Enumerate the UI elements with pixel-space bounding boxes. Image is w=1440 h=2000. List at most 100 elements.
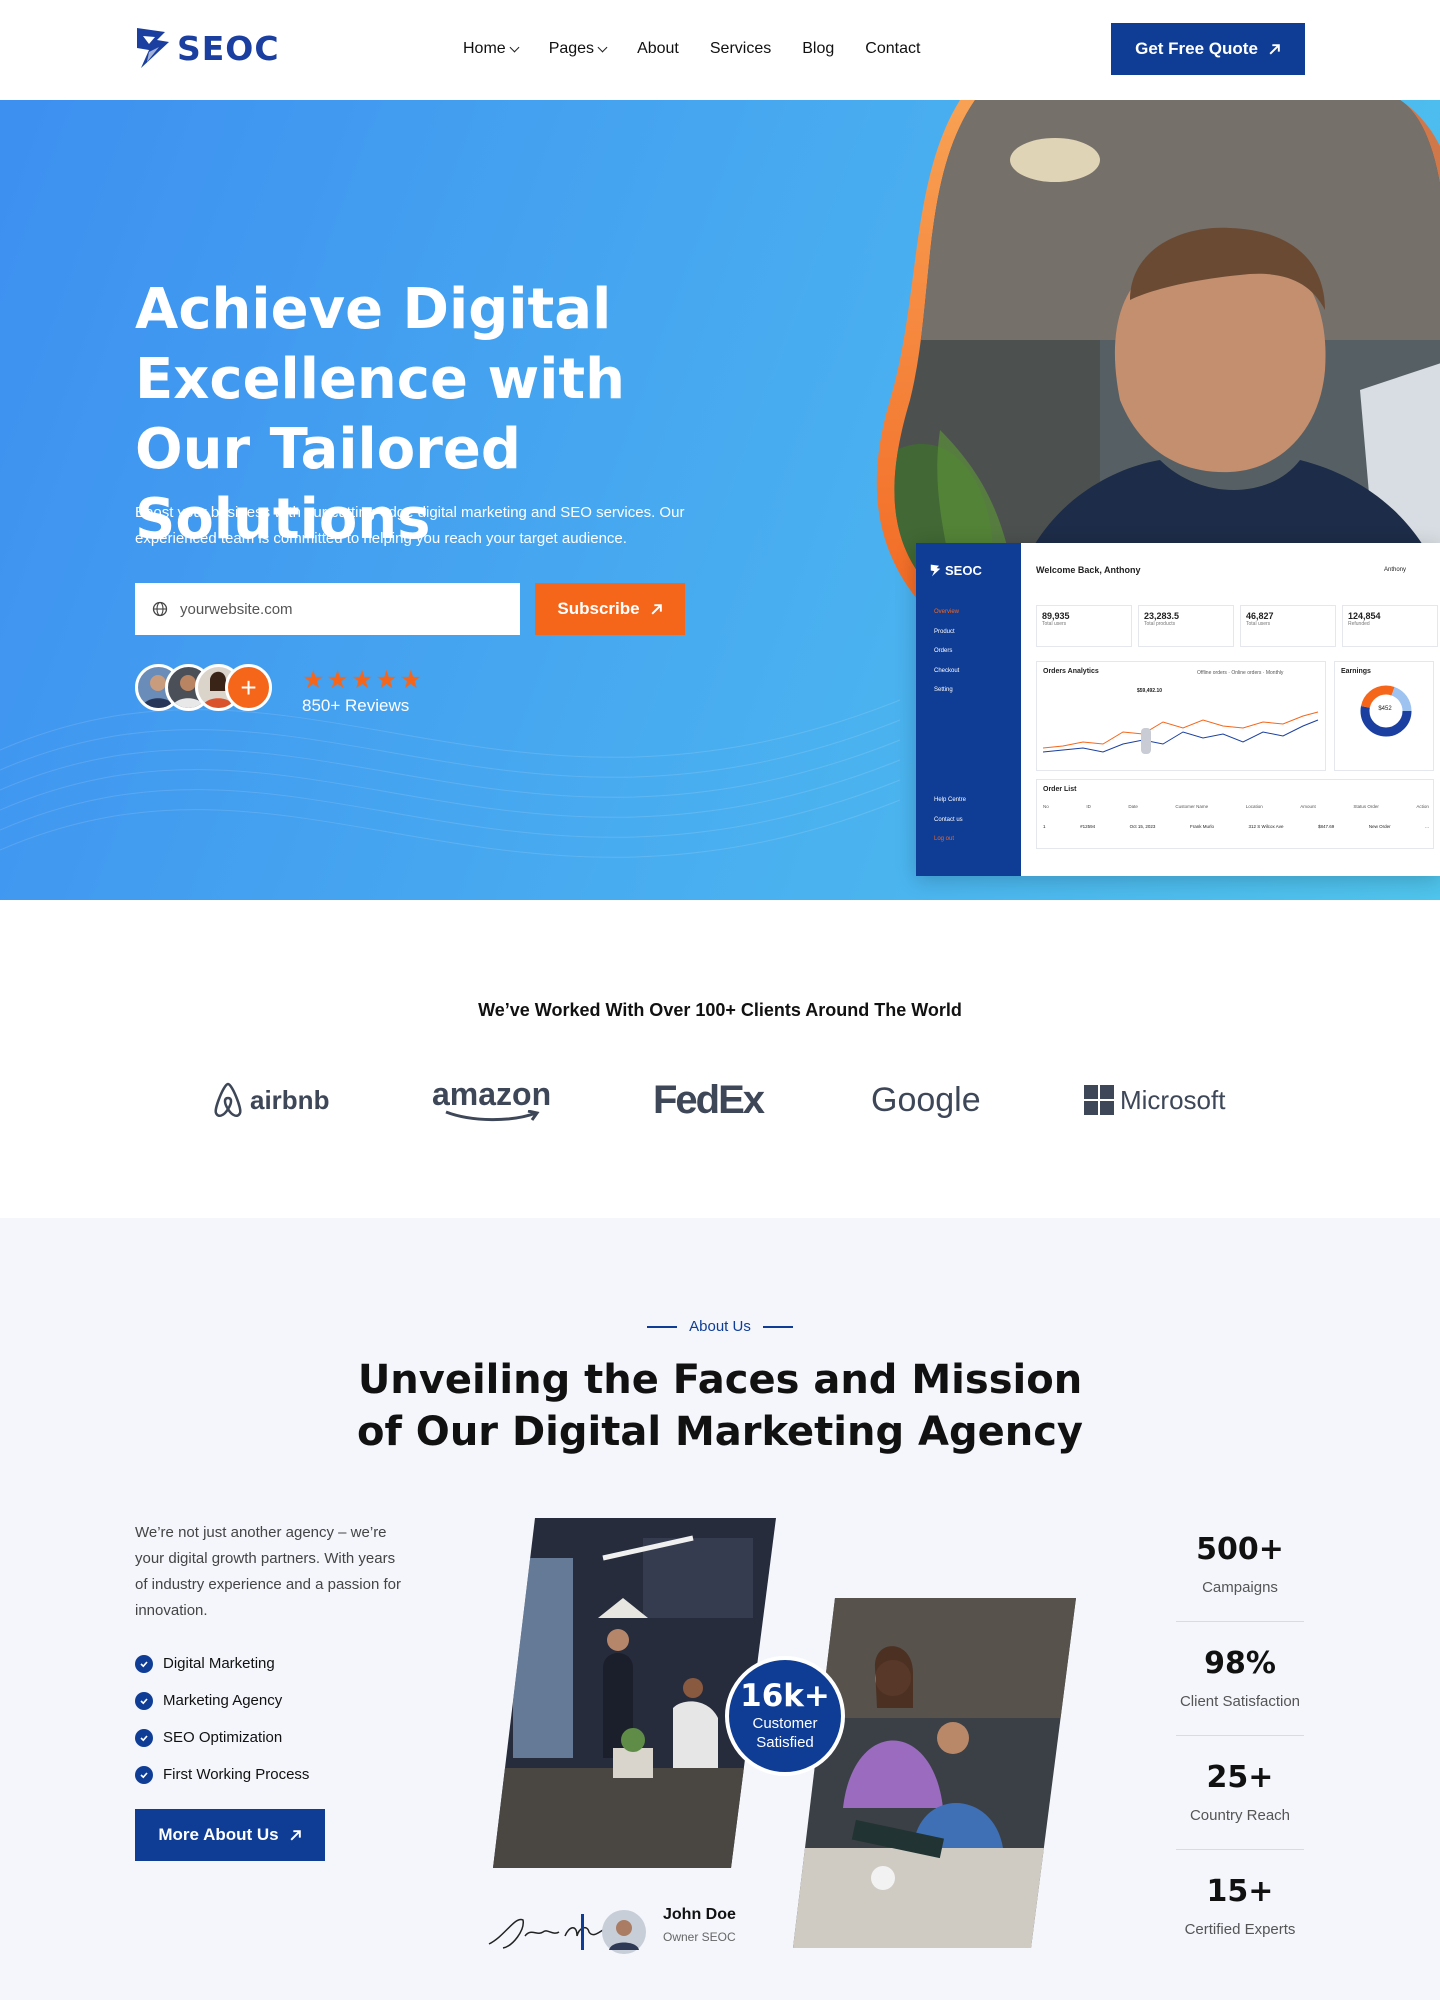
arrow-up-right-icon bbox=[290, 1829, 301, 1841]
customer-satisfied-badge: 16k+ Customer Satisfied bbox=[725, 1656, 845, 1776]
col-header: Date bbox=[1128, 804, 1138, 809]
dashboard-menu-contact[interactable]: Contact us bbox=[934, 811, 966, 831]
stat-item: 500+ Campaigns bbox=[1176, 1508, 1304, 1622]
google-logo: Google bbox=[871, 1075, 981, 1125]
stat-value: 98% bbox=[1204, 1646, 1276, 1681]
kpi-card: 23,283.5 Total products bbox=[1138, 605, 1234, 647]
dashboard-menu: Overview Product Orders Checkout Setting bbox=[934, 603, 1014, 701]
dashboard-menu-setting[interactable]: Setting bbox=[934, 681, 1014, 701]
order-list-card: Order List No ID Date Customer Name Location… bbox=[1036, 779, 1434, 849]
kpi-label: Total users bbox=[1246, 621, 1271, 627]
stat-label: Client Satisfaction bbox=[1179, 1693, 1301, 1710]
list-item: Marketing Agency bbox=[135, 1682, 395, 1719]
airbnb-wordmark: airbnb bbox=[250, 1084, 330, 1115]
kpi-label: Refunded bbox=[1348, 621, 1370, 627]
checklist-label: First Working Process bbox=[163, 1766, 310, 1783]
col-header: ID bbox=[1086, 804, 1091, 809]
stat-label: Country Reach bbox=[1189, 1807, 1291, 1824]
about-title-line2: of Our Digital Marketing Agency bbox=[357, 1409, 1083, 1455]
dashboard-menu-help[interactable]: Help Centre bbox=[934, 791, 966, 811]
list-item: SEO Optimization bbox=[135, 1719, 395, 1756]
kpi-card: 89,935 Total users bbox=[1036, 605, 1132, 647]
order-list-title: Order List bbox=[1043, 786, 1077, 793]
google-wordmark: Google bbox=[871, 1080, 981, 1119]
cell: 312 S Wilcox Ave bbox=[1248, 824, 1284, 829]
arrow-up-right-icon bbox=[651, 603, 662, 615]
nav-about[interactable]: About bbox=[637, 40, 679, 58]
chevron-down-icon bbox=[597, 42, 608, 52]
stat-value: 500+ bbox=[1196, 1532, 1284, 1567]
subscribe-button[interactable]: Subscribe bbox=[535, 583, 685, 635]
dashboard-sidebar: SEOC Overview Product Orders Checkout Se… bbox=[916, 543, 1021, 876]
kpi-label: Total users bbox=[1042, 621, 1067, 627]
badge-label-2: Satisfied bbox=[756, 1734, 814, 1751]
col-header: Amount bbox=[1300, 804, 1316, 809]
nav-pages-label: Pages bbox=[548, 40, 595, 57]
dashboard-user[interactable]: Anthony bbox=[1384, 567, 1406, 573]
badge-number: 16k+ bbox=[740, 1678, 830, 1714]
more-about-us-button[interactable]: More About Us bbox=[135, 1809, 325, 1861]
team-collaboration-image bbox=[793, 1598, 1076, 1948]
check-icon bbox=[135, 1728, 153, 1747]
dashboard-menu-checkout[interactable]: Checkout bbox=[934, 662, 1014, 682]
table-row[interactable]: 1 #12594 Oct 15, 2023 Frank Murlo 312 S Wilc… bbox=[1043, 824, 1429, 829]
main-nav: Home Pages About Services Blog Contact bbox=[463, 40, 920, 58]
col-header: Status Order bbox=[1353, 804, 1379, 809]
kpi-value: 23,283.5 bbox=[1144, 611, 1180, 621]
add-avatar-icon: + bbox=[225, 664, 272, 711]
orders-line-chart bbox=[1043, 711, 1319, 754]
owner-name: John Doe bbox=[663, 1906, 736, 1923]
nav-services[interactable]: Services bbox=[710, 40, 771, 58]
legend-offline: Offline orders bbox=[1197, 670, 1227, 676]
cell: New Order bbox=[1368, 824, 1391, 829]
kpi-value: 124,854 bbox=[1348, 611, 1381, 621]
check-icon bbox=[135, 1765, 153, 1784]
hero-section: Achieve Digital Excellence with Our Tail… bbox=[0, 100, 1440, 900]
dashboard-menu-product[interactable]: Product bbox=[934, 623, 1014, 643]
microsoft-logo: Microsoft bbox=[1084, 1075, 1225, 1125]
stats-column: 500+ Campaigns 98% Client Satisfaction 25+… bbox=[1176, 1508, 1304, 1964]
orders-analytics-legend: Offline orders · Online orders · Monthly bbox=[1197, 670, 1284, 676]
dashboard-menu-overview[interactable]: Overview bbox=[934, 603, 1014, 623]
airbnb-icon bbox=[214, 1082, 242, 1118]
kpi-card: 46,827 Total users bbox=[1240, 605, 1336, 647]
checklist-label: Marketing Agency bbox=[163, 1692, 283, 1709]
dashboard-preview: SEOC Overview Product Orders Checkout Se… bbox=[916, 543, 1440, 876]
rating-stars-icon: ★★★★★ bbox=[302, 666, 425, 694]
website-url-input[interactable]: yourwebsite.com bbox=[135, 583, 520, 635]
about-eyebrow: About Us bbox=[0, 1318, 1440, 1335]
checklist-label: SEO Optimization bbox=[163, 1729, 283, 1746]
dashboard-logo: SEOC bbox=[930, 563, 982, 578]
nav-blog[interactable]: Blog bbox=[802, 40, 834, 58]
kpi-label: Total products bbox=[1144, 621, 1176, 627]
col-header: Customer Name bbox=[1175, 804, 1209, 809]
dashboard-menu-bottom: Help Centre Contact us Log out bbox=[934, 791, 966, 850]
orders-analytics-card: Orders Analytics Offline orders · Online… bbox=[1036, 661, 1326, 771]
reviewer-avatars: + bbox=[135, 664, 285, 712]
nav-pages[interactable]: Pages bbox=[548, 40, 608, 58]
dashboard-kpis: 89,935 Total users 23,283.5 Total products… bbox=[1036, 605, 1438, 647]
period-select[interactable]: Monthly bbox=[1266, 670, 1284, 676]
stat-label: Certified Experts bbox=[1184, 1921, 1296, 1938]
clients-section: We’ve Worked With Over 100+ Clients Arou… bbox=[0, 900, 1440, 1218]
logo[interactable]: SEOC bbox=[135, 26, 280, 70]
cell: Oct 15, 2023 bbox=[1129, 824, 1156, 829]
arrow-up-right-icon bbox=[1269, 43, 1280, 55]
website-url-placeholder: yourwebsite.com bbox=[180, 600, 293, 618]
logo-icon bbox=[930, 564, 941, 577]
divider bbox=[762, 1325, 793, 1328]
chevron-down-icon bbox=[509, 42, 520, 52]
dashboard-menu-logout[interactable]: Log out bbox=[934, 830, 966, 850]
cell: Frank Murlo bbox=[1189, 824, 1214, 829]
about-title-line1: Unveiling the Faces and Mission bbox=[357, 1357, 1083, 1403]
nav-contact[interactable]: Contact bbox=[865, 40, 920, 58]
check-icon bbox=[135, 1691, 153, 1710]
get-free-quote-button[interactable]: Get Free Quote bbox=[1111, 23, 1305, 75]
order-list-header: No ID Date Customer Name Location Amount Statu… bbox=[1043, 804, 1429, 809]
microsoft-icon bbox=[1084, 1085, 1114, 1115]
earnings-card: Earnings $452 bbox=[1334, 661, 1434, 771]
nav-home[interactable]: Home bbox=[463, 40, 520, 58]
stat-value: 25+ bbox=[1206, 1760, 1274, 1795]
amazon-smile-icon bbox=[445, 1110, 540, 1122]
dashboard-menu-orders[interactable]: Orders bbox=[934, 642, 1014, 662]
